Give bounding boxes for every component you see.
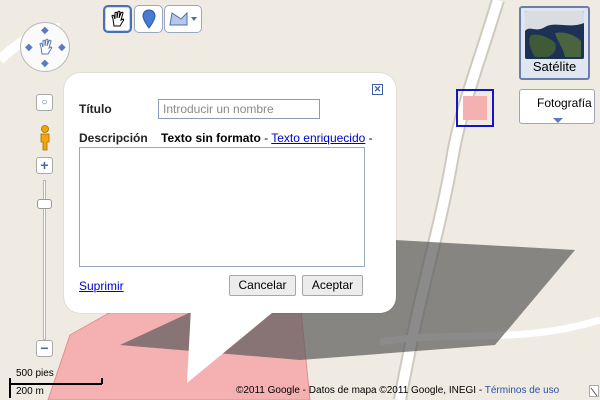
pan-control[interactable]: ◆ ◆ ◆ ◆ [20, 22, 70, 72]
hand-tool-button[interactable] [103, 5, 132, 33]
satellite-thumbnail [525, 11, 584, 59]
title-label: Título [79, 102, 112, 116]
accept-button[interactable]: Aceptar [302, 275, 363, 296]
description-textarea[interactable] [79, 147, 365, 267]
pan-down-icon[interactable]: ◆ [41, 59, 49, 69]
description-label: Descripción [79, 131, 148, 145]
format-plain-text: Texto sin formato [161, 131, 261, 145]
hand-icon [110, 10, 124, 27]
close-icon[interactable]: ✕ [372, 84, 383, 95]
hand-pan-icon [39, 38, 53, 55]
placemark-tool-button[interactable] [134, 5, 163, 33]
pan-up-icon[interactable]: ◆ [41, 26, 49, 36]
photos-label: Fotografía [537, 96, 592, 110]
delete-link[interactable]: Suprimir [79, 279, 124, 293]
photos-button[interactable]: Fotografía [519, 89, 595, 124]
chevron-down-icon [191, 17, 197, 21]
copyright-notice: ©2011 Google - Datos de mapa ©2011 Googl… [236, 385, 559, 396]
format-separator: - [260, 131, 272, 145]
satellite-label: Satélite [532, 59, 577, 74]
zoom-slider-thumb[interactable] [37, 199, 52, 209]
terms-of-use-link[interactable]: Términos de uso [485, 385, 559, 396]
title-input[interactable] [158, 99, 320, 119]
format-rich-text-link[interactable]: Texto enriquecido [271, 131, 365, 145]
cancel-button[interactable]: Cancelar [229, 275, 296, 296]
pegman-icon[interactable] [38, 125, 52, 151]
selected-shape-marker[interactable] [456, 89, 494, 127]
line-icon [169, 11, 197, 26]
scale-lines [9, 378, 103, 398]
line-tool-button[interactable] [164, 5, 202, 33]
zoom-in-button[interactable]: + [36, 157, 53, 174]
format-trailing: - [365, 131, 373, 145]
satellite-button[interactable]: Satélite [519, 6, 590, 80]
arrow-icon [590, 387, 598, 397]
dialog-pointer [187, 308, 278, 383]
chevron-down-icon [553, 118, 563, 123]
overview-map-toggle[interactable] [589, 385, 599, 397]
pan-left-icon[interactable]: ◆ [25, 43, 33, 53]
pan-right-icon[interactable]: ◆ [58, 43, 66, 53]
copyright-text: ©2011 Google - Datos de mapa ©2011 Googl… [236, 385, 485, 396]
recenter-button[interactable]: ○ [36, 94, 53, 111]
format-selector: Texto sin formato - Texto enriquecido - [161, 131, 373, 145]
placemark-icon [141, 9, 156, 29]
zoom-out-button[interactable]: − [36, 340, 53, 357]
